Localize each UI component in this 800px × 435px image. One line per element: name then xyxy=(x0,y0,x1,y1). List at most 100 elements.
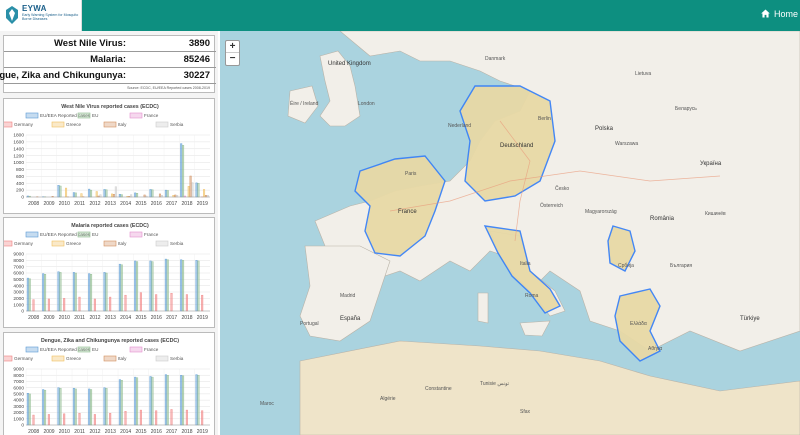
bar xyxy=(72,388,75,426)
x-tick-label: 2012 xyxy=(89,429,100,435)
bar xyxy=(57,185,60,198)
chart-dengue: EU/EEA Reported cases EU FranceGermany Gree… xyxy=(4,346,210,435)
bar xyxy=(44,274,47,312)
map-label: Türkiye xyxy=(740,316,760,322)
bar xyxy=(88,388,91,426)
map-label: Nederland xyxy=(448,123,472,129)
map-label: Algérie xyxy=(380,396,396,402)
map-label: Sfax xyxy=(520,409,531,415)
bar xyxy=(28,393,31,426)
stat-label: Malaria: xyxy=(90,54,126,65)
bar xyxy=(151,261,154,312)
legend-swatch xyxy=(25,231,39,238)
y-tick-label: 0 xyxy=(21,309,24,315)
x-tick-label: 2018 xyxy=(181,315,192,321)
stats-panel: West Nile Virus: 3890 Malaria: 85246 Den… xyxy=(0,35,216,93)
bar xyxy=(176,195,179,198)
bar xyxy=(103,272,106,312)
stat-value: 85246 xyxy=(183,54,210,65)
legend-swatch xyxy=(51,240,65,247)
bar xyxy=(74,192,77,198)
legend-label: EU xyxy=(92,347,98,352)
legend-swatch xyxy=(129,112,143,119)
map-label: Warszawa xyxy=(615,141,639,147)
y-tick-label: 7000 xyxy=(13,264,24,270)
map-label: Maroc xyxy=(260,401,274,407)
bar xyxy=(136,193,139,198)
bar xyxy=(197,183,200,198)
bar xyxy=(201,294,204,312)
chart-malaria: EU/EEA Reported cases EU FranceGermany Gree… xyxy=(4,231,210,321)
bar xyxy=(32,299,35,312)
bar xyxy=(195,182,198,198)
bar xyxy=(136,377,139,426)
bar xyxy=(93,414,96,426)
zoom-in-button[interactable]: + xyxy=(226,41,239,53)
x-tick-label: 2017 xyxy=(166,429,177,435)
bar xyxy=(103,387,106,426)
x-tick-label: 2012 xyxy=(89,315,100,321)
bar xyxy=(204,195,207,198)
logo-title: EYWA xyxy=(22,4,47,13)
bar xyxy=(191,182,194,198)
x-tick-label: 2008 xyxy=(28,315,39,321)
map-label: Česko xyxy=(555,186,570,192)
y-tick-label: 800 xyxy=(16,167,24,173)
bar xyxy=(185,409,188,426)
map-canvas[interactable] xyxy=(220,31,800,435)
map-label: España xyxy=(340,316,361,322)
map-label: Αθήνα xyxy=(648,346,663,352)
bar xyxy=(90,274,93,312)
bar xyxy=(109,412,112,426)
bar xyxy=(182,145,185,198)
map-view[interactable]: + − United Kingdom Éire / Ireland Deutsc… xyxy=(220,31,800,435)
bar xyxy=(28,278,31,312)
stat-row-wnv: West Nile Virus: 3890 xyxy=(4,36,216,52)
legend-label: Germany xyxy=(14,122,34,127)
bar xyxy=(118,194,121,198)
home-link[interactable]: Home xyxy=(761,9,798,19)
bar xyxy=(105,388,108,426)
y-tick-label: 9000 xyxy=(13,252,24,258)
map-label: Constantine xyxy=(425,386,452,392)
map-label: România xyxy=(650,216,675,222)
bar xyxy=(166,190,169,198)
zoom-out-button[interactable]: − xyxy=(226,53,239,65)
stat-row-dengue: Dengue, Zika and Chikungunya: 30227 xyxy=(0,68,216,84)
bar xyxy=(189,175,192,198)
x-tick-label: 2011 xyxy=(74,201,85,207)
x-tick-label: 2018 xyxy=(181,429,192,435)
stat-value: 30227 xyxy=(183,70,210,81)
bar xyxy=(151,189,154,198)
legend-swatch xyxy=(25,112,39,119)
logo[interactable]: EYWA Early Warning System for Mosquito B… xyxy=(0,0,82,31)
legend-label: France xyxy=(144,347,159,352)
bar xyxy=(174,194,177,198)
map-label: Deutschland xyxy=(500,143,534,149)
bar xyxy=(170,293,173,312)
y-tick-label: 7000 xyxy=(13,379,24,385)
home-label: Home xyxy=(773,9,798,19)
legend-swatch xyxy=(155,121,169,128)
map-label: London xyxy=(358,101,375,107)
x-tick-label: 2016 xyxy=(151,201,162,207)
bar xyxy=(42,389,45,426)
bar xyxy=(134,192,137,198)
x-tick-label: 2008 xyxy=(28,201,39,207)
bar xyxy=(134,376,137,426)
map-label: Roma xyxy=(525,293,539,299)
x-tick-label: 2018 xyxy=(181,201,192,207)
y-tick-label: 1000 xyxy=(13,302,24,308)
x-tick-label: 2009 xyxy=(43,429,54,435)
stat-row-malaria: Malaria: 85246 xyxy=(4,52,216,68)
x-tick-label: 2013 xyxy=(105,201,116,207)
mosquito-logo-icon xyxy=(6,6,18,24)
bar xyxy=(155,410,158,426)
x-tick-label: 2008 xyxy=(28,429,39,435)
bar xyxy=(26,393,29,426)
bar xyxy=(180,375,183,426)
legend-swatch xyxy=(103,121,117,128)
bar xyxy=(99,194,102,198)
stats-source: Source: ECDC, EU/EEA Reported cases 2008… xyxy=(127,86,210,90)
y-tick-label: 5000 xyxy=(13,391,24,397)
